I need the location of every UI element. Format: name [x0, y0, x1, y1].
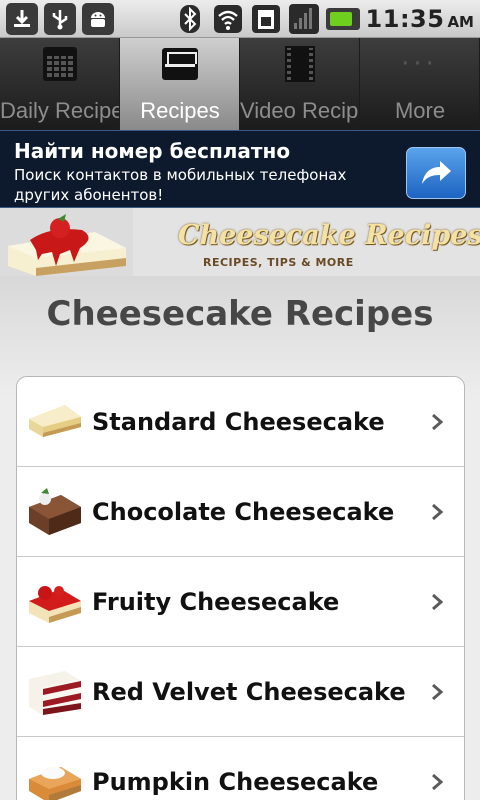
share-arrow-icon	[422, 161, 451, 184]
recipe-label: Pumpkin Cheesecake	[92, 768, 379, 796]
inbox-tray-icon	[161, 46, 199, 82]
download-icon	[6, 3, 38, 35]
sim-icon	[250, 3, 282, 35]
ad-open-button[interactable]	[406, 147, 466, 199]
usb-icon	[44, 3, 76, 35]
android-icon	[82, 3, 114, 35]
list-item-pumpkin-cheesecake[interactable]: Pumpkin Cheesecake	[17, 737, 464, 800]
chocolate-cheesecake-icon	[29, 488, 81, 535]
time-text: 11:35	[365, 5, 445, 33]
ad-text: Поиск контактов в мобильных телефонах др…	[14, 166, 347, 204]
ampm-text: AM	[447, 13, 474, 31]
banner-tagline: RECIPES, TIPS & MORE	[203, 256, 354, 269]
film-icon	[281, 46, 319, 82]
tab-bar: Daily Recipes Recipes Video Recipe ··· M…	[0, 38, 480, 130]
more-dots-icon: ···	[401, 49, 438, 79]
tab-video-recipe[interactable]: Video Recipe	[240, 38, 360, 130]
recipe-label: Red Velvet Cheesecake	[92, 678, 406, 706]
chevron-right-icon	[432, 773, 444, 791]
tab-more[interactable]: ··· More	[360, 38, 480, 130]
wifi-icon	[212, 3, 244, 35]
list-item-fruity-cheesecake[interactable]: Fruity Cheesecake	[17, 557, 464, 647]
list-item-standard-cheesecake[interactable]: Standard Cheesecake	[17, 377, 464, 467]
recipe-list: Standard Cheesecake Chocolate Cheesecake	[16, 376, 465, 800]
recipe-label: Chocolate Cheesecake	[92, 498, 395, 526]
bluetooth-icon	[174, 3, 206, 35]
pumpkin-cheesecake-icon	[29, 767, 81, 800]
calendar-icon	[41, 46, 79, 82]
tab-label: More	[394, 98, 446, 123]
battery-icon	[325, 8, 360, 30]
status-bar: 11:35 AM	[0, 0, 480, 38]
app-banner: Cheesecake Recipes! RECIPES, TIPS & MORE	[0, 208, 480, 276]
list-item-red-velvet-cheesecake[interactable]: Red Velvet Cheesecake	[17, 647, 464, 737]
clock: 11:35 AM	[366, 5, 474, 33]
plain-cheesecake-icon	[29, 405, 81, 437]
tab-label: Daily Recipes	[0, 98, 119, 123]
list-item-chocolate-cheesecake[interactable]: Chocolate Cheesecake	[17, 467, 464, 557]
strawberry-cheesecake-icon	[29, 586, 81, 623]
cheesecake-banner-image	[0, 208, 133, 276]
chevron-right-icon	[432, 503, 444, 521]
chevron-right-icon	[432, 593, 444, 611]
ad-title: Найти номер бесплатно	[14, 139, 291, 163]
signal-icon	[288, 3, 320, 35]
recipe-label: Fruity Cheesecake	[92, 588, 340, 616]
page-title: Cheesecake Recipes	[46, 294, 434, 334]
tab-label: Video Recipe	[240, 98, 360, 123]
chevron-right-icon	[432, 683, 444, 701]
chevron-right-icon	[432, 413, 444, 431]
banner-logo: Cheesecake Recipes!	[178, 220, 480, 251]
main-content: Cheesecake Recipes Standard Cheesecake C…	[0, 276, 480, 800]
recipe-label: Standard Cheesecake	[92, 408, 385, 436]
tab-label: Recipes	[140, 98, 220, 123]
ad-banner[interactable]: Найти номер бесплатно Поиск контактов в …	[0, 130, 480, 208]
tab-recipes[interactable]: Recipes	[120, 38, 240, 130]
red-velvet-cheesecake-icon	[29, 671, 81, 715]
tab-daily-recipes[interactable]: Daily Recipes	[0, 38, 120, 130]
